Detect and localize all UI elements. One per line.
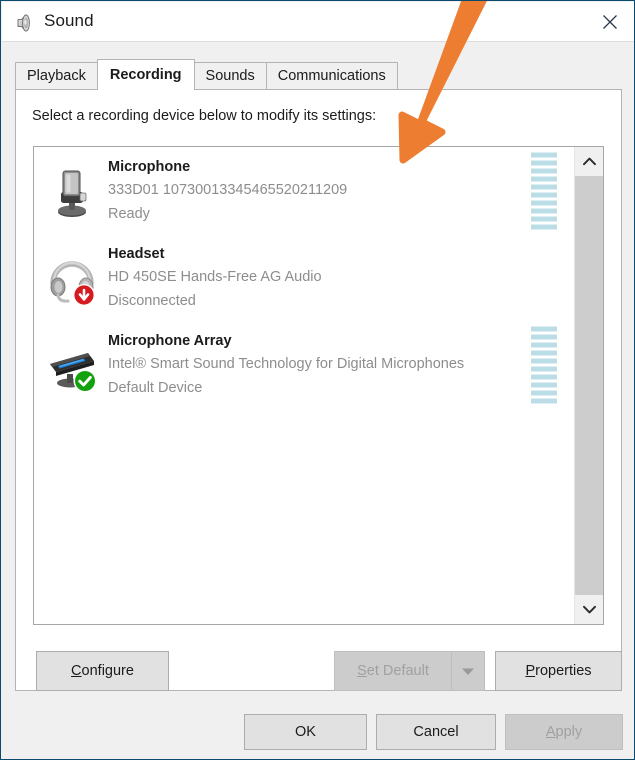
device-row-microphone-array[interactable]: Microphone Array Intel® Smart Sound Tech…	[34, 321, 573, 408]
vu-segment	[531, 334, 557, 339]
tab-strip: Playback Recording Sounds Communications	[15, 59, 398, 90]
vu-segment	[531, 350, 557, 355]
tab-sounds[interactable]: Sounds	[193, 62, 267, 89]
set-default-split-button: Set Default	[334, 651, 485, 691]
tab-recording-label: Recording	[109, 67, 182, 83]
desktop-microphone-icon	[44, 162, 100, 220]
properties-button-label: Properties	[525, 663, 592, 679]
vu-segment	[531, 176, 557, 181]
title-bar: Sound	[2, 2, 634, 42]
device-list-scrollbar[interactable]	[574, 147, 603, 624]
tab-sounds-label: Sounds	[205, 68, 255, 84]
device-row-headset[interactable]: Headset HD 450SE Hands-Free AG Audio Dis…	[34, 234, 573, 321]
vu-segment	[531, 184, 557, 189]
headset-icon	[44, 249, 100, 307]
device-status: Ready	[108, 205, 150, 222]
panel-instruction-text: Select a recording device below to modif…	[32, 108, 377, 124]
device-status: Default Device	[108, 379, 203, 396]
set-default-button: Set Default	[335, 652, 452, 690]
vu-segment	[531, 374, 557, 379]
speaker-icon	[14, 12, 36, 34]
vu-meter-microphone	[531, 152, 557, 229]
caret-down-icon[interactable]	[452, 652, 484, 690]
device-info-microphone-array: Microphone Array Intel® Smart Sound Tech…	[108, 330, 573, 400]
vu-segment	[531, 152, 557, 157]
device-row-microphone[interactable]: Microphone 333D01 1073001334546552021120…	[34, 147, 573, 234]
close-icon[interactable]	[585, 2, 634, 42]
vu-segment	[531, 358, 557, 363]
vu-meter-microphone-array	[531, 326, 557, 403]
device-status: Disconnected	[108, 292, 196, 309]
vu-segment	[531, 168, 557, 173]
configure-button-label: Configure	[71, 663, 134, 679]
vu-segment	[531, 208, 557, 213]
device-description: HD 450SE Hands-Free AG Audio	[108, 268, 322, 285]
device-name: Microphone Array	[108, 332, 232, 349]
vu-segment	[531, 200, 557, 205]
tab-playback[interactable]: Playback	[15, 62, 98, 89]
vu-segment	[531, 390, 557, 395]
vu-segment	[531, 382, 557, 387]
device-name: Headset	[108, 245, 165, 262]
device-list-content: Microphone 333D01 1073001334546552021120…	[34, 147, 573, 624]
cancel-button[interactable]: Cancel	[376, 714, 496, 750]
window-title: Sound	[44, 11, 94, 30]
configure-button[interactable]: Configure	[36, 651, 169, 691]
set-default-button-label: Set Default	[357, 663, 429, 679]
microphone-array-icon	[44, 336, 100, 394]
vu-segment	[531, 224, 557, 229]
recording-device-list[interactable]: Microphone 333D01 1073001334546552021120…	[33, 146, 604, 625]
ok-button[interactable]: OK	[244, 714, 367, 750]
tab-communications-label: Communications	[277, 68, 386, 84]
apply-button: Apply	[505, 714, 623, 750]
chevron-up-icon[interactable]	[575, 147, 603, 176]
sound-dialog-window: Sound Playback Recording Sounds Communic…	[0, 0, 635, 760]
tab-playback-label: Playback	[27, 68, 86, 84]
tab-communications[interactable]: Communications	[265, 62, 398, 89]
device-name: Microphone	[108, 158, 191, 175]
vu-segment	[531, 216, 557, 221]
cancel-button-label: Cancel	[413, 724, 459, 740]
device-description: 333D01 10730013345465520211209	[108, 181, 348, 198]
recording-tab-panel: Select a recording device below to modif…	[15, 89, 622, 691]
ok-button-label: OK	[295, 724, 316, 740]
device-description: Intel® Smart Sound Technology for Digita…	[108, 355, 465, 372]
vu-segment	[531, 366, 557, 371]
tab-recording[interactable]: Recording	[96, 59, 195, 90]
apply-button-label: Apply	[545, 724, 583, 740]
vu-segment	[531, 398, 557, 403]
vu-segment	[531, 342, 557, 347]
vu-segment	[531, 192, 557, 197]
scrollbar-thumb[interactable]	[575, 176, 603, 596]
device-info-microphone: Microphone 333D01 1073001334546552021120…	[108, 156, 573, 226]
vu-segment	[531, 326, 557, 331]
chevron-down-icon[interactable]	[575, 595, 603, 624]
vu-segment	[531, 160, 557, 165]
device-info-headset: Headset HD 450SE Hands-Free AG Audio Dis…	[108, 243, 573, 313]
properties-button[interactable]: Properties	[495, 651, 622, 691]
